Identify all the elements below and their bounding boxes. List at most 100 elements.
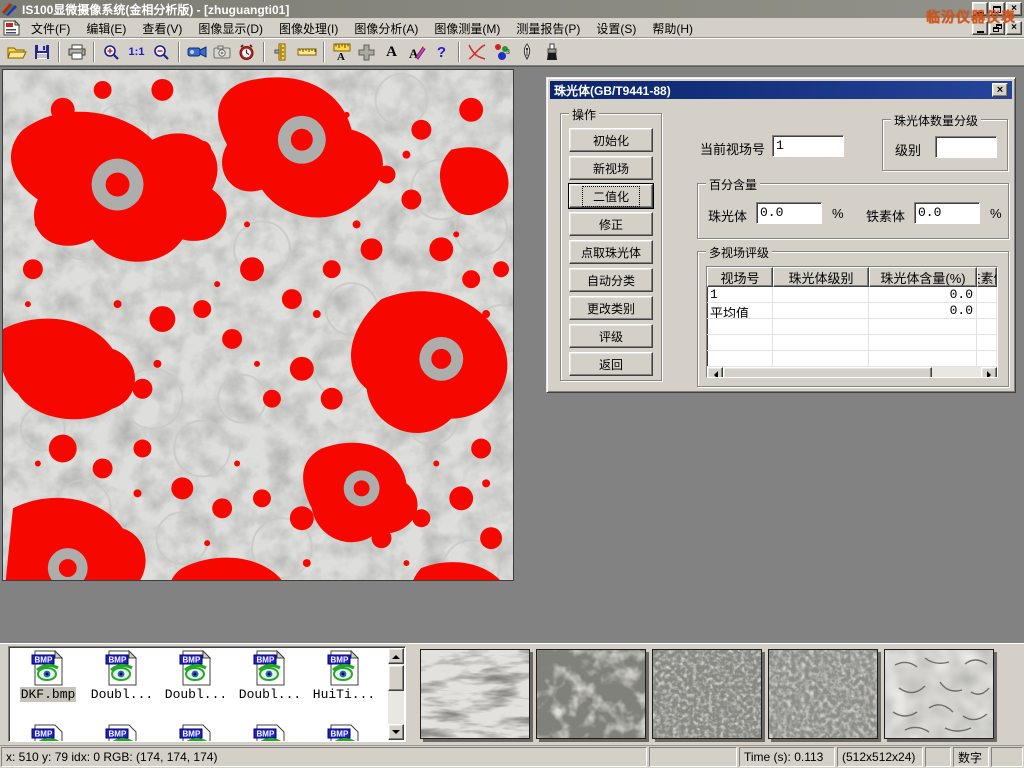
file-list-scrollbar[interactable] — [388, 648, 404, 740]
move-cross-button[interactable] — [354, 40, 379, 64]
file-item[interactable]: BMP Doubl... — [233, 650, 307, 722]
cursor-position-field: x: 510 y: 79 idx: 0 RGB: (174, 174, 174) — [1, 747, 647, 767]
child-close-button[interactable]: × — [1006, 21, 1022, 35]
file-item[interactable]: BMP — [159, 724, 233, 742]
scroll-thumb[interactable] — [723, 367, 932, 378]
thumbnail-coarse[interactable] — [536, 649, 646, 739]
svg-text:BMP: BMP — [183, 656, 201, 665]
auto-classify-button[interactable]: 自动分类 — [569, 268, 653, 292]
child-restore-button[interactable] — [989, 21, 1005, 35]
file-item[interactable]: BMP — [307, 724, 381, 742]
file-item[interactable]: BMP — [85, 724, 159, 742]
ruler-button[interactable] — [294, 40, 319, 64]
menu-image-measure[interactable]: 图像测量(M) — [426, 18, 508, 39]
menu-help[interactable]: 帮助(H) — [644, 18, 701, 39]
timer-button[interactable] — [234, 40, 259, 64]
table-row[interactable]: 平均值 0.0 — [707, 303, 997, 319]
open-button[interactable] — [4, 40, 29, 64]
measure-text-button[interactable]: A — [329, 40, 354, 64]
caliper-button[interactable] — [269, 40, 294, 64]
ferrite-percent-sign: % — [990, 206, 1002, 221]
annotate-button[interactable]: A — [404, 40, 429, 64]
file-item[interactable]: BMP Doubl... — [85, 650, 159, 722]
ferrite-percent-input[interactable]: 0.0 — [914, 202, 980, 224]
file-item[interactable]: BMP DKF.bmp — [11, 650, 85, 722]
maximize-button[interactable] — [989, 2, 1005, 16]
file-item[interactable]: BMP HuiTi... — [307, 650, 381, 722]
brush-button[interactable] — [539, 40, 564, 64]
classify-dots-button[interactable]: 3 — [489, 40, 514, 64]
change-class-button[interactable]: 更改类别 — [569, 296, 653, 320]
binarize-button[interactable]: 二值化 — [569, 184, 653, 208]
menu-settings[interactable]: 设置(S) — [588, 18, 644, 39]
file-item[interactable]: BMP — [11, 724, 85, 742]
scroll-thumb[interactable] — [388, 665, 404, 691]
actual-size-button[interactable]: 1:1 — [124, 40, 149, 64]
col-ferrite[interactable]: 铁素体 — [977, 267, 997, 287]
pearlite-percent-input[interactable]: 0.0 — [756, 202, 822, 224]
pick-pearlite-button[interactable]: 点取珠光体 — [569, 240, 653, 264]
curve-tool-button[interactable] — [464, 40, 489, 64]
scroll-left-button[interactable] — [707, 367, 723, 378]
minimize-button[interactable] — [972, 2, 988, 16]
col-pearlite-percent[interactable]: 珠光体含量(%) — [869, 267, 977, 287]
col-pearlite-grade[interactable]: 珠光体级别 — [773, 267, 869, 287]
scroll-right-button[interactable] — [981, 367, 997, 378]
bmp-file-icon: BMP — [179, 650, 213, 686]
help-button[interactable]: ? — [429, 40, 454, 64]
zoom-in-button[interactable] — [99, 40, 124, 64]
menu-view[interactable]: 查看(V) — [134, 18, 190, 39]
return-button[interactable]: 返回 — [569, 352, 653, 376]
floppy-icon — [34, 44, 50, 60]
file-name[interactable]: DKF.bmp — [20, 687, 77, 702]
rating-table[interactable]: 视场号 珠光体级别 珠光体含量(%) 铁素体 1 0.0 平均值 — [706, 266, 998, 378]
col-view-no[interactable]: 视场号 — [707, 267, 773, 287]
zoom-out-button[interactable] — [149, 40, 174, 64]
scroll-up-button[interactable] — [388, 648, 404, 664]
new-view-button[interactable]: 新视场 — [569, 156, 653, 180]
dialog-title: 珠光体(GB/T9441-88) — [554, 82, 671, 99]
table-horizontal-scrollbar[interactable] — [707, 367, 997, 378]
pearlite-percent-sign: % — [832, 206, 844, 221]
menu-image-process[interactable]: 图像处理(I) — [271, 18, 346, 39]
child-minimize-button[interactable] — [972, 21, 988, 35]
dialog-close-button[interactable]: × — [992, 83, 1008, 97]
pen-button[interactable] — [514, 40, 539, 64]
current-view-input[interactable]: 1 — [772, 135, 844, 157]
init-button[interactable]: 初始化 — [569, 128, 653, 152]
camera-icon — [213, 45, 231, 59]
file-name[interactable]: Doubl... — [90, 687, 154, 702]
thumbnail-banded[interactable] — [420, 649, 530, 739]
close-button[interactable]: × — [1006, 2, 1022, 16]
rate-button[interactable]: 评级 — [569, 324, 653, 348]
bmp-file-icon: BMP — [31, 724, 65, 742]
status-blank-2 — [925, 747, 951, 767]
file-name[interactable]: Doubl... — [164, 687, 228, 702]
scroll-down-button[interactable] — [388, 724, 404, 740]
file-name[interactable]: HuiTi... — [312, 687, 376, 702]
file-item[interactable]: BMP Doubl... — [159, 650, 233, 722]
print-button[interactable] — [64, 40, 89, 64]
document-icon[interactable] — [3, 20, 20, 36]
save-button[interactable] — [29, 40, 54, 64]
thumbnail-graphite[interactable] — [884, 649, 994, 739]
correct-button[interactable]: 修正 — [569, 212, 653, 236]
bmp-file-icon: BMP — [105, 724, 139, 742]
file-name[interactable]: Doubl... — [238, 687, 302, 702]
menu-image-analysis[interactable]: 图像分析(A) — [346, 18, 426, 39]
thumbnail-fine-1[interactable] — [652, 649, 762, 739]
file-item[interactable]: BMP — [233, 724, 307, 742]
dialog-title-bar[interactable]: 珠光体(GB/T9441-88) × — [550, 81, 1012, 99]
text-button[interactable]: A — [379, 40, 404, 64]
menu-image-display[interactable]: 图像显示(D) — [190, 18, 271, 39]
grade-input[interactable] — [935, 136, 997, 158]
thumbnail-fine-2[interactable] — [768, 649, 878, 739]
menu-measure-report[interactable]: 测量报告(P) — [508, 18, 588, 39]
menu-file[interactable]: 文件(F) — [23, 18, 78, 39]
file-list[interactable]: BMP DKF.bmp BMP Doubl... BMP Doubl... BM… — [8, 646, 406, 742]
video-camera-button[interactable] — [184, 40, 209, 64]
menu-edit[interactable]: 编辑(E) — [78, 18, 134, 39]
camera-button[interactable] — [209, 40, 234, 64]
micrograph-image[interactable] — [2, 69, 514, 581]
table-row[interactable]: 1 0.0 — [707, 287, 997, 303]
